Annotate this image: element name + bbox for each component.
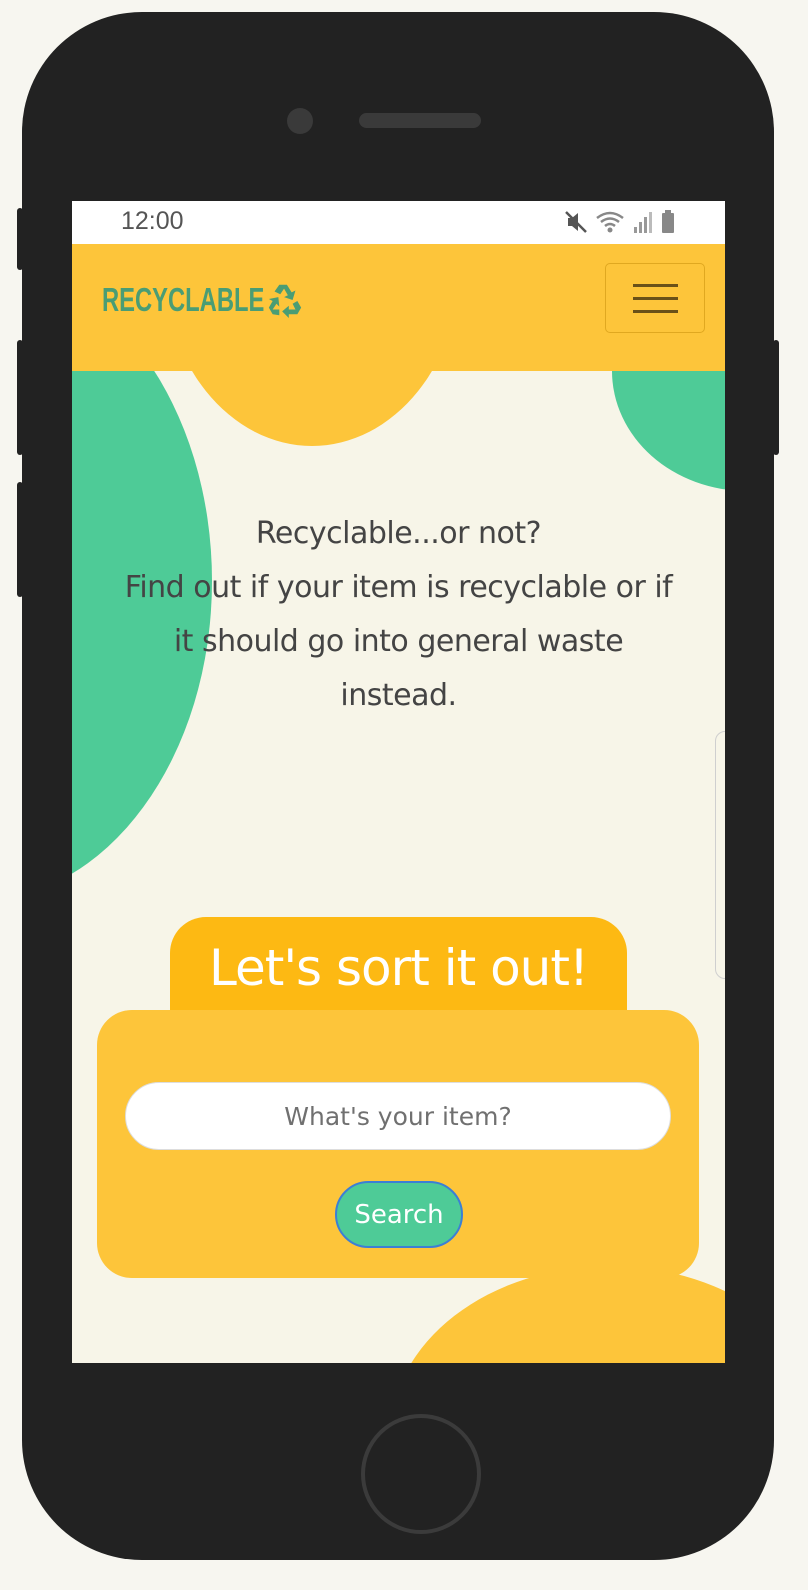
hamburger-menu-icon-bar [632, 296, 678, 300]
home-button[interactable] [361, 1414, 481, 1534]
signal-icon [634, 212, 652, 233]
brand-text: RECYCLABLE [102, 281, 265, 318]
hamburger-menu-icon [632, 283, 678, 287]
hero-text: Recyclable...or not? Find out if your it… [112, 507, 685, 723]
battery-icon [662, 210, 674, 233]
app-screen: 12:00 RECYCLABLE Recyclable...or not? Fi… [72, 201, 725, 1363]
mute-icon [565, 211, 587, 233]
search-input[interactable] [125, 1082, 671, 1150]
wifi-icon [596, 211, 624, 233]
search-card: Search [97, 1010, 699, 1278]
status-icons [565, 210, 675, 234]
hero-heading: Recyclable...or not? [255, 516, 542, 551]
hero-description: Find out if your item is recyclable or i… [124, 570, 673, 713]
front-camera [287, 108, 313, 134]
silent-switch [17, 208, 23, 270]
power-button [773, 340, 779, 455]
volume-up-button [17, 340, 23, 455]
search-card-title: Let's sort it out! [208, 939, 589, 997]
status-time: 12:00 [121, 207, 184, 235]
yellow-blob-bottom [390, 1266, 725, 1363]
recycle-icon [268, 284, 302, 319]
volume-down-button [17, 482, 23, 597]
search-button[interactable]: Search [335, 1181, 463, 1248]
earpiece-speaker [359, 113, 481, 128]
brand-logo[interactable]: RECYCLABLE [102, 280, 304, 320]
status-bar: 12:00 [72, 201, 725, 244]
navbar: RECYCLABLE [72, 244, 725, 371]
hamburger-menu-icon-bar [632, 309, 678, 313]
side-panel-handle[interactable] [715, 731, 725, 979]
menu-toggle-button[interactable] [605, 263, 705, 333]
